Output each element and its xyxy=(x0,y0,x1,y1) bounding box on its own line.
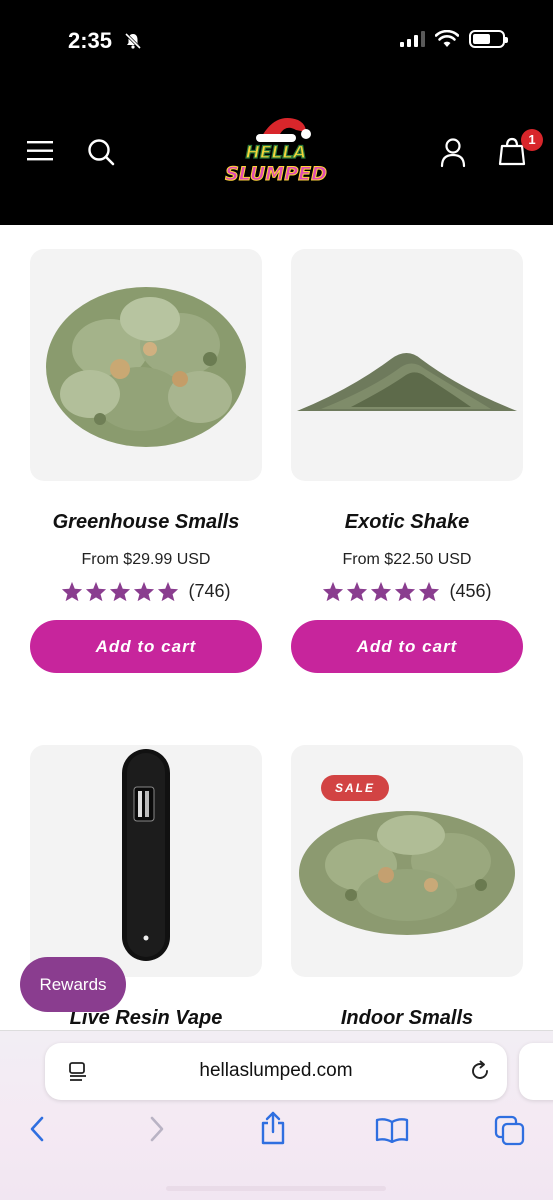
status-bar: 2:35 xyxy=(0,0,553,82)
search-icon[interactable] xyxy=(87,138,115,166)
product-grid: Greenhouse Smalls From $29.99 USD (746) … xyxy=(0,225,553,1035)
rating-stars-icon xyxy=(61,581,179,602)
product-card: Exotic Shake From $22.50 USD (456) Add t… xyxy=(291,249,523,679)
svg-text:HELLA: HELLA xyxy=(246,143,307,163)
add-to-cart-button[interactable]: Add to cart xyxy=(291,620,523,673)
cannabis-buds-image xyxy=(46,287,246,447)
svg-text:SLUMPED: SLUMPED xyxy=(225,163,327,185)
product-image[interactable]: SALE xyxy=(291,745,523,977)
cannabis-shake-image xyxy=(297,353,517,411)
product-title[interactable]: Greenhouse Smalls xyxy=(30,511,262,534)
wifi-icon xyxy=(435,30,459,47)
status-time: 2:35 xyxy=(68,28,113,53)
rating-count: (456) xyxy=(449,581,492,601)
product-image[interactable] xyxy=(30,745,262,977)
share-icon[interactable] xyxy=(259,1111,287,1145)
account-icon[interactable] xyxy=(440,138,466,168)
url-text[interactable]: hellaslumped.com xyxy=(45,1060,507,1082)
status-indicators xyxy=(400,30,508,48)
site-header: HELLA SLUMPED 1 xyxy=(0,82,553,225)
vape-pen-image xyxy=(122,749,170,961)
sale-badge: SALE xyxy=(321,775,390,801)
product-image[interactable] xyxy=(291,249,523,481)
rewards-button[interactable]: Rewards xyxy=(20,957,126,1012)
product-image[interactable] xyxy=(30,249,262,481)
battery-icon xyxy=(469,30,508,48)
tabs-icon[interactable] xyxy=(494,1115,526,1147)
reload-icon[interactable] xyxy=(469,1060,491,1082)
logo-graphic: HELLA SLUMPED xyxy=(225,118,327,186)
address-bar[interactable]: hellaslumped.com xyxy=(45,1043,507,1100)
rating-stars-icon xyxy=(322,581,440,602)
page: 2:35 HELLA SLUMPED 1 Greenhouse Smalls F… xyxy=(0,0,553,1200)
signal-icon xyxy=(400,31,425,47)
product-card: SALE Indoor Smalls xyxy=(291,745,523,1035)
forward-icon xyxy=(150,1116,164,1142)
bell-muted-icon xyxy=(124,32,142,50)
next-tab-preview[interactable] xyxy=(519,1043,553,1100)
product-title[interactable]: Indoor Smalls xyxy=(291,1007,523,1030)
product-rating: (456) xyxy=(291,581,523,602)
hella-slumped-logo[interactable]: HELLA SLUMPED xyxy=(222,110,330,190)
rating-count: (746) xyxy=(188,581,231,601)
product-rating: (746) xyxy=(30,581,262,602)
bookmarks-icon[interactable] xyxy=(375,1117,409,1143)
product-card: Greenhouse Smalls From $29.99 USD (746) … xyxy=(30,249,262,679)
product-title[interactable]: Exotic Shake xyxy=(291,511,523,534)
cart-count-badge: 1 xyxy=(521,129,543,151)
browser-toolbar: hellaslumped.com xyxy=(0,1030,553,1200)
back-icon[interactable] xyxy=(28,1115,46,1143)
product-price: From $22.50 USD xyxy=(342,551,472,568)
hamburger-menu-icon[interactable] xyxy=(27,140,53,162)
home-indicator xyxy=(166,1186,386,1191)
add-to-cart-button[interactable]: Add to cart xyxy=(30,620,262,673)
product-price: From $29.99 USD xyxy=(81,551,211,568)
